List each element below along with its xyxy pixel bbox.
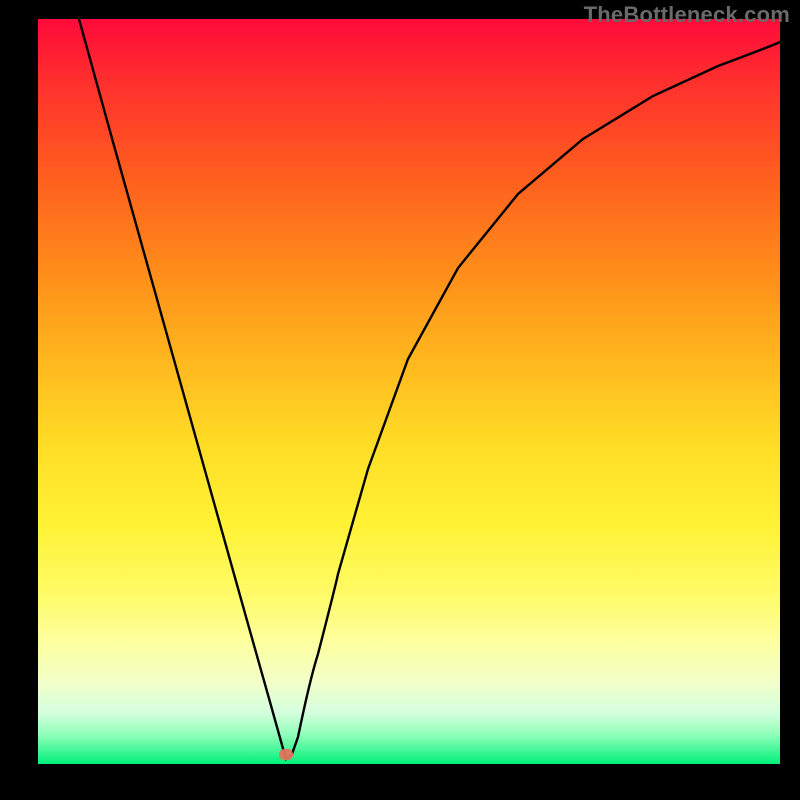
bottleneck-curve xyxy=(79,19,780,759)
plot-area xyxy=(38,19,780,764)
watermark-text: TheBottleneck.com xyxy=(584,2,790,28)
optimum-marker xyxy=(279,749,293,760)
chart-frame: TheBottleneck.com xyxy=(0,0,800,800)
curve-svg xyxy=(38,19,780,764)
